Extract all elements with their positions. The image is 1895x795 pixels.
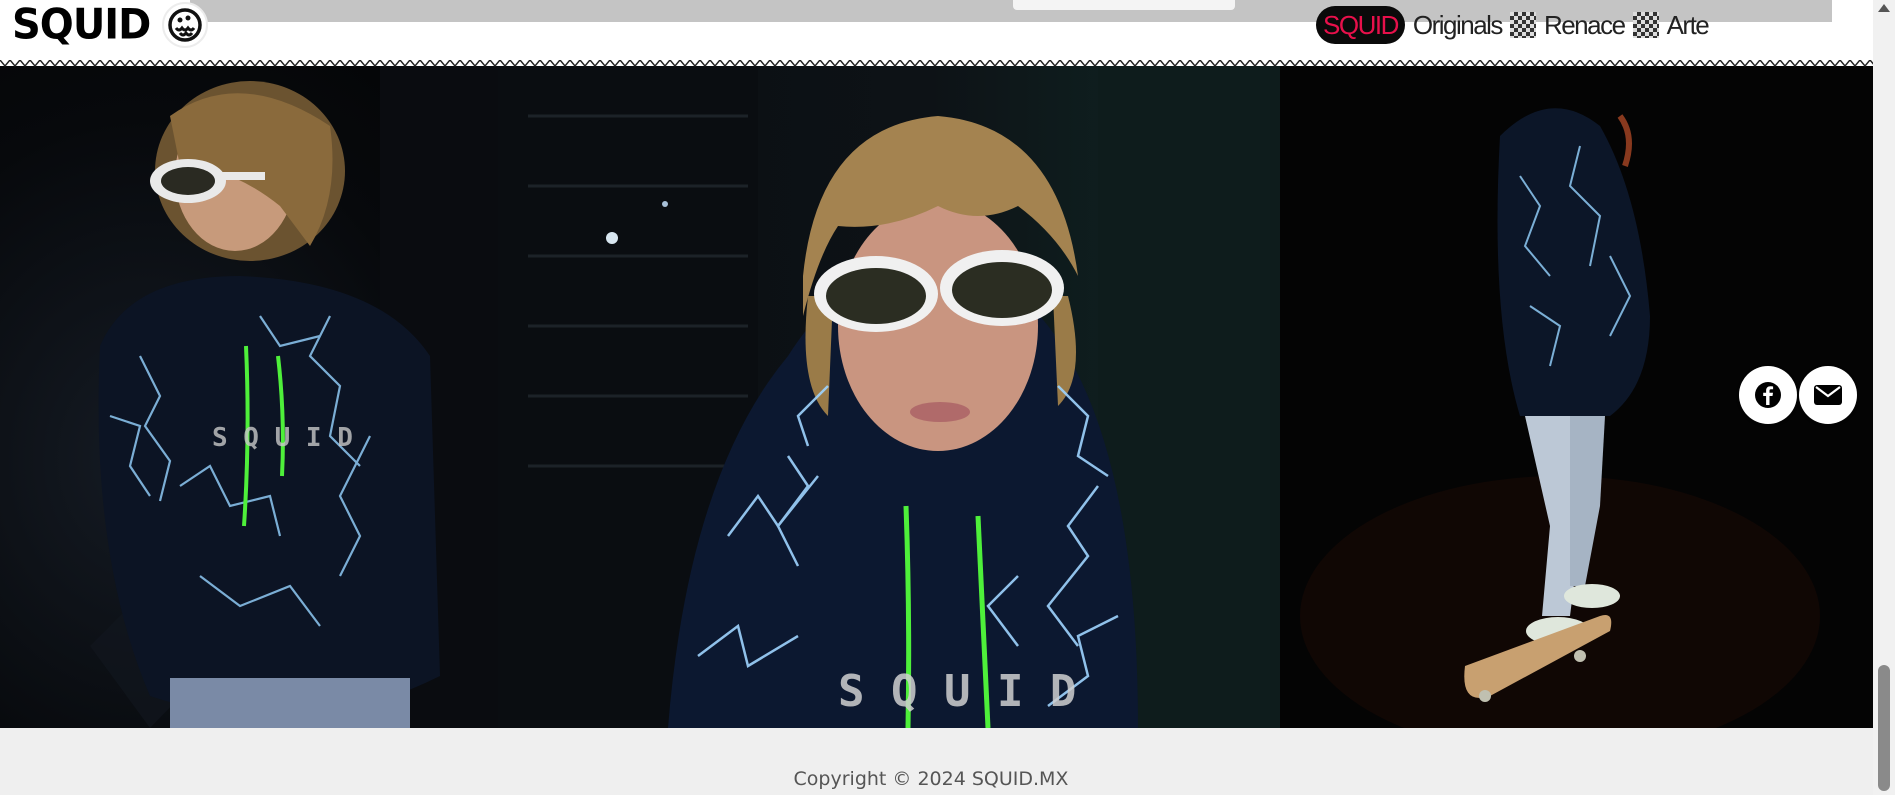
strip-tab[interactable]: [1013, 0, 1235, 10]
facebook-icon: [1755, 382, 1781, 408]
email-button[interactable]: [1799, 366, 1857, 424]
photo-gallery: S Q U I D S Q U I D: [0, 56, 1873, 728]
site-footer: Copyright © 2024 SQUID.MX: [0, 728, 1873, 795]
mail-icon: [1814, 385, 1842, 405]
scroll-up-arrow-icon[interactable]: [1878, 4, 1890, 12]
nav-item-renace[interactable]: Renace: [1544, 9, 1626, 41]
site-header: SQUID SQUID Originals Renace Arte: [0, 0, 1873, 66]
scrollbar-thumb[interactable]: [1878, 665, 1890, 791]
gallery-photo-2[interactable]: S Q U I D: [498, 56, 1280, 728]
hoodie-print: S Q U I D: [838, 666, 1076, 717]
facebook-button[interactable]: [1739, 366, 1797, 424]
main-nav: SQUID Originals Renace Arte: [1316, 5, 1710, 45]
page: SQUID SQUID Originals Renace Arte S Q U …: [0, 0, 1895, 795]
nav-item-originals[interactable]: Originals: [1413, 9, 1504, 41]
header-zigzag-edge: [0, 60, 1873, 70]
gallery-photo-1[interactable]: S Q U I D: [0, 56, 498, 728]
site-logo[interactable]: SQUID: [12, 0, 209, 50]
copyright-text: Copyright © 2024 SQUID.MX: [793, 768, 1069, 790]
logo-wordmark: SQUID: [12, 0, 151, 50]
checker-separator-icon: [1632, 12, 1659, 38]
nav-item-squid[interactable]: SQUID: [1316, 6, 1405, 44]
hoodie-print: S Q U I D: [212, 423, 353, 453]
squid-logo-icon: [162, 2, 209, 48]
page-scrollbar[interactable]: [1873, 0, 1895, 795]
checker-separator-icon: [1509, 12, 1536, 38]
nav-item-arte[interactable]: Arte: [1667, 9, 1710, 41]
